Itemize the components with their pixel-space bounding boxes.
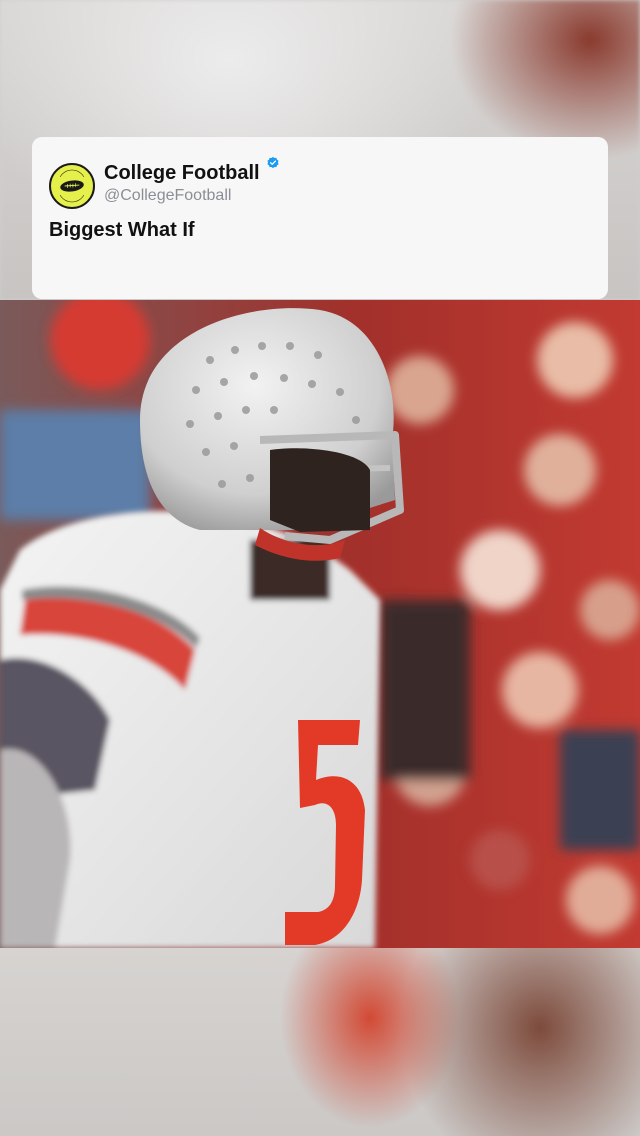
football-logo-icon — [52, 166, 92, 206]
video-frame[interactable] — [0, 300, 640, 948]
verified-badge-icon — [267, 156, 279, 169]
video-illustration — [0, 300, 640, 948]
screen: College Football @CollegeFootball Bigges… — [0, 0, 640, 1136]
post-text: Biggest What If — [49, 219, 195, 241]
post-card[interactable]: College Football @CollegeFootball Bigges… — [32, 137, 608, 299]
blurred-backdrop-bottom — [0, 948, 640, 1136]
avatar[interactable] — [49, 163, 95, 209]
display-name[interactable]: College Football — [104, 162, 260, 185]
user-handle[interactable]: @CollegeFootball — [104, 187, 231, 205]
